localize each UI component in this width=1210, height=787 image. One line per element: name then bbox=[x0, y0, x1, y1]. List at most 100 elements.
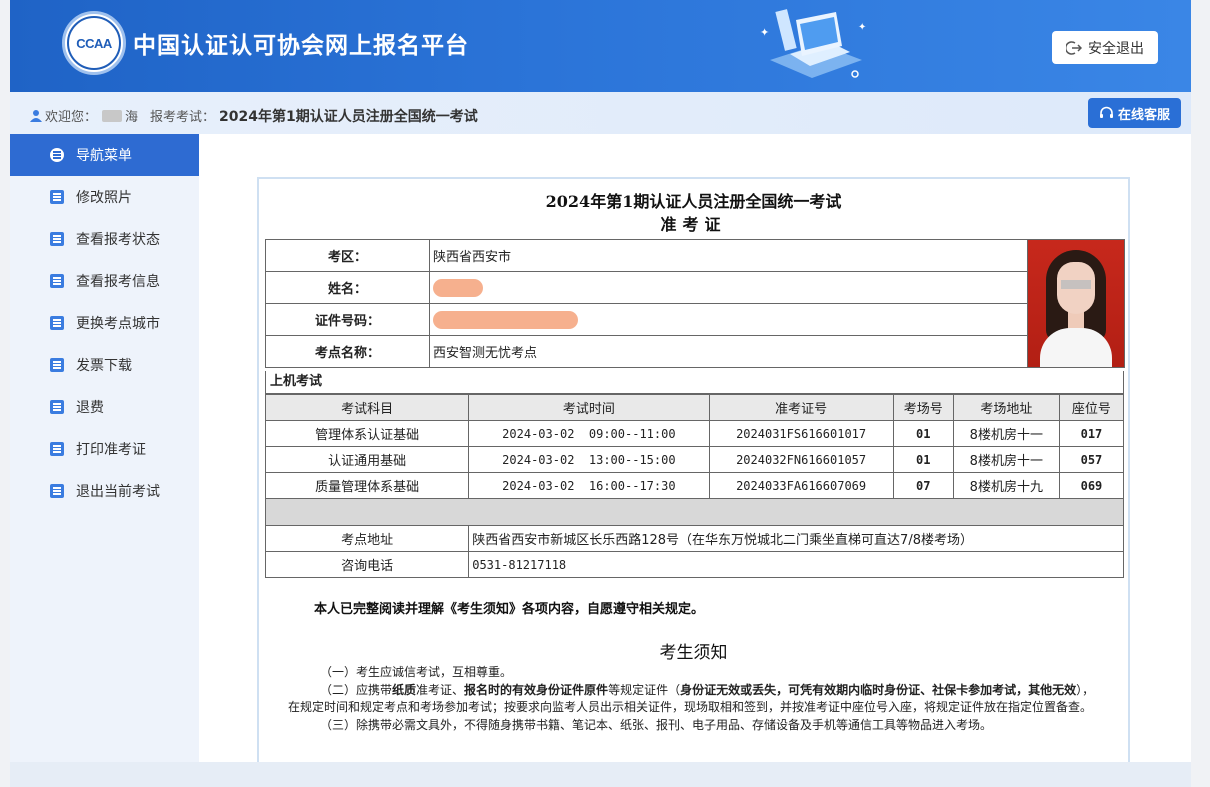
list-icon bbox=[50, 316, 64, 330]
name-label: 姓名： bbox=[265, 271, 430, 304]
id-label: 证件号码： bbox=[265, 303, 430, 336]
list-icon bbox=[50, 484, 64, 498]
sidebar-item-invoice-download[interactable]: 发票下载 bbox=[10, 344, 199, 386]
rule-3: （三）除携带必需文具外，不得随身携带书籍、笔记本、纸张、报刊、电子用品、存储设备… bbox=[320, 718, 993, 732]
exam-name: 2024年第1期认证人员注册全国统一考试 bbox=[219, 109, 478, 125]
exam-label: 报考考试： bbox=[150, 110, 216, 125]
sidebar-item-label: 退出当前考试 bbox=[76, 484, 160, 500]
id-value bbox=[429, 303, 1028, 336]
address-value: 陕西省西安市新城区长乐西路128号（在华东万悦城北二门乘坐直梯可直达7/8楼考场… bbox=[468, 525, 1124, 552]
sidebar-item-label: 查看报考状态 bbox=[76, 232, 160, 248]
cell-ticket-no: 2024032FN616601057 bbox=[708, 446, 894, 473]
sidebar-item-label: 修改照片 bbox=[76, 190, 132, 206]
cell-seat: 017 bbox=[1058, 420, 1125, 447]
sidebar-item-refund[interactable]: 退费 bbox=[10, 386, 199, 428]
table-row: 认证通用基础 2024-03-02 13:00--15:00 2024032FN… bbox=[264, 446, 1125, 473]
site-value: 西安智测无忧考点 bbox=[429, 335, 1028, 368]
cell-room: 07 bbox=[892, 472, 954, 499]
cell-address: 8楼机房十一 bbox=[952, 420, 1060, 447]
list-icon bbox=[50, 274, 64, 288]
col-address: 考场地址 bbox=[952, 394, 1060, 421]
col-time: 考试时间 bbox=[468, 394, 710, 421]
sidebar-item-change-city[interactable]: 更换考点城市 bbox=[10, 302, 199, 344]
list-icon bbox=[50, 400, 64, 414]
customer-service-button[interactable]: 在线客服 bbox=[1088, 98, 1181, 128]
footer-strip bbox=[10, 762, 1191, 787]
col-subject: 考试科目 bbox=[264, 394, 470, 421]
logout-label: 安全退出 bbox=[1088, 40, 1144, 57]
exam-info: 报考考试： 2024年第1期认证人员注册全国统一考试 bbox=[150, 106, 478, 126]
computer-illustration-icon: ✦ ✦ bbox=[760, 9, 866, 78]
list-icon bbox=[50, 232, 64, 246]
sidebar-item-registration-info[interactable]: 查看报考信息 bbox=[10, 260, 199, 302]
user-icon bbox=[30, 110, 42, 122]
region-value: 陕西省西安市 bbox=[429, 239, 1028, 272]
cell-room: 01 bbox=[892, 446, 954, 473]
cell-time: 2024-03-02 09:00--11:00 bbox=[468, 420, 710, 447]
phone-row: 咨询电话 0531-81217118 bbox=[264, 551, 1124, 578]
spacer-row bbox=[265, 498, 1124, 526]
sidebar-item-nav-menu[interactable]: 导航菜单 bbox=[10, 134, 199, 176]
sidebar-item-label: 发票下载 bbox=[76, 358, 132, 374]
phone-label: 咨询电话 bbox=[264, 551, 470, 578]
welcome-text: 欢迎您： 海 bbox=[30, 106, 138, 125]
cell-ticket-no: 2024033FA616607069 bbox=[708, 472, 894, 499]
rule-2: （二）应携带纸质准考证、报名时的有效身份证件原件等规定证件（身份证无效或丢失，可… bbox=[288, 683, 1095, 714]
schedule-header-row: 考试科目 考试时间 准考证号 考场号 考场地址 座位号 bbox=[264, 394, 1125, 421]
cell-address: 8楼机房十九 bbox=[952, 472, 1060, 499]
schedule-table: 考试科目 考试时间 准考证号 考场号 考场地址 座位号 管理体系认证基础 202… bbox=[264, 394, 1125, 578]
redacted-name bbox=[433, 278, 483, 297]
sidebar-item-label: 导航菜单 bbox=[76, 148, 132, 164]
cell-address: 8楼机房十一 bbox=[952, 446, 1060, 473]
photo-image bbox=[1028, 240, 1124, 367]
table-row: 管理体系认证基础 2024-03-02 09:00--11:00 2024031… bbox=[264, 420, 1125, 447]
sidebar-item-label: 打印准考证 bbox=[76, 442, 146, 458]
site-title: 中国认证认可协会网上报名平台 bbox=[133, 33, 469, 59]
logo-text: CCAA bbox=[67, 16, 121, 70]
redacted-name bbox=[102, 109, 123, 122]
grid-icon bbox=[50, 148, 64, 162]
cell-ticket-no: 2024031FS616601017 bbox=[708, 420, 894, 447]
cell-time: 2024-03-02 13:00--15:00 bbox=[468, 446, 710, 473]
list-icon bbox=[50, 358, 64, 372]
list-icon bbox=[50, 190, 64, 204]
sidebar-item-label: 更换考点城市 bbox=[76, 316, 160, 332]
region-label: 考区： bbox=[265, 239, 430, 272]
col-ticket-no: 准考证号 bbox=[708, 394, 894, 421]
site-header: CCAA 中国认证认可协会网上报名平台 ✦ ✦ 安全退出 bbox=[10, 0, 1191, 92]
cell-subject: 认证通用基础 bbox=[264, 446, 470, 473]
cell-room: 01 bbox=[892, 420, 954, 447]
site-label: 考点名称： bbox=[265, 335, 430, 368]
table-row: 质量管理体系基础 2024-03-02 16:00--17:30 2024033… bbox=[264, 472, 1125, 499]
sidebar-item-label: 查看报考信息 bbox=[76, 274, 160, 290]
logout-icon bbox=[1066, 40, 1082, 55]
notice-rules: （一）考生应诚信考试，互相尊重。 （二）应携带纸质准考证、报名时的有效身份证件原… bbox=[288, 664, 1100, 735]
ticket-subtitle: 准考证 bbox=[660, 215, 727, 234]
welcome-label: 欢迎您： bbox=[45, 110, 98, 125]
sidebar-item-label: 退费 bbox=[76, 400, 104, 416]
customer-service-label: 在线客服 bbox=[1117, 107, 1170, 123]
main-content: 2024年第1期认证人员注册全国统一考试 准考证 考区： 陕西省西安市 姓名： … bbox=[199, 134, 1191, 777]
svg-text:✦: ✦ bbox=[858, 22, 866, 33]
cell-subject: 管理体系认证基础 bbox=[264, 420, 470, 447]
logout-button[interactable]: 安全退出 bbox=[1052, 31, 1158, 64]
rule-1: （一）考生应诚信考试，互相尊重。 bbox=[320, 665, 513, 679]
sidebar-item-change-photo[interactable]: 修改照片 bbox=[10, 176, 199, 218]
candidate-photo bbox=[1027, 239, 1125, 368]
sidebar-item-registration-status[interactable]: 查看报考状态 bbox=[10, 218, 199, 260]
section-title: 上机考试 bbox=[265, 371, 1124, 394]
redacted-id bbox=[433, 310, 578, 329]
headset-icon bbox=[1099, 106, 1113, 118]
cell-time: 2024-03-02 16:00--17:30 bbox=[468, 472, 710, 499]
candidate-info-table: 考区： 陕西省西安市 姓名： 证件号码： 考点名称： 西安智测无忧考点 bbox=[265, 239, 1125, 368]
name-value bbox=[429, 271, 1028, 304]
phone-value: 0531-81217118 bbox=[468, 551, 1124, 578]
cell-subject: 质量管理体系基础 bbox=[264, 472, 470, 499]
col-room: 考场号 bbox=[892, 394, 954, 421]
declaration-text: 本人已完整阅读并理解《考生须知》各项内容，自愿遵守相关规定。 bbox=[314, 602, 705, 617]
sidebar-item-print-ticket[interactable]: 打印准考证 bbox=[10, 428, 199, 470]
sidebar-item-exit-exam[interactable]: 退出当前考试 bbox=[10, 470, 199, 512]
sidebar: 导航菜单 修改照片 查看报考状态 查看报考信息 更换考点城市 发票下载 退费 打… bbox=[10, 134, 199, 762]
col-seat: 座位号 bbox=[1058, 394, 1125, 421]
welcome-name: 海 bbox=[125, 110, 139, 125]
